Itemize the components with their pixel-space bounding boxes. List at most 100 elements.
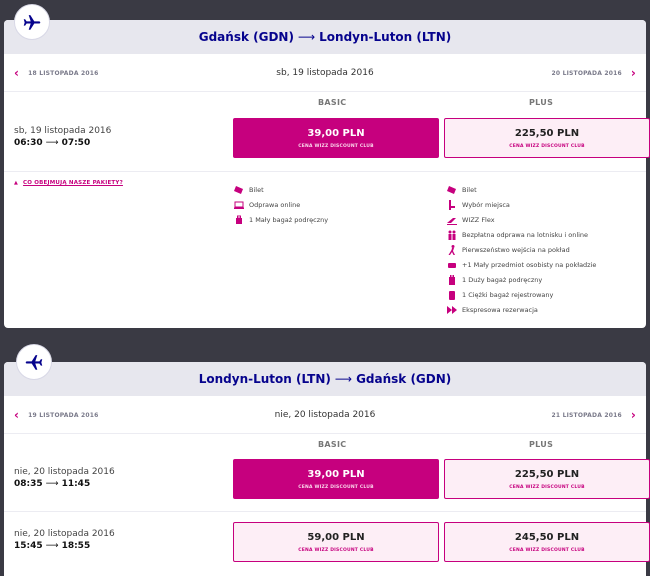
fare-price: 39,00 PLN — [307, 127, 365, 139]
next-day-button[interactable]: 21 LISTOPADA 2016 › — [552, 396, 636, 434]
fare-club-note: CENA WIZZ DISCOUNT CLUB — [298, 484, 374, 490]
large-cabin-bag-icon — [446, 274, 457, 285]
next-day-button[interactable]: 20 LISTOPADA 2016 › — [552, 54, 636, 92]
wizz-flex-icon — [446, 214, 457, 225]
flight-times: 15:45 ⟶ 18:55 — [14, 541, 90, 551]
prev-day-button[interactable]: ‹ 18 LISTOPADA 2016 — [14, 54, 98, 92]
packages-info-label: CO OBEJMUJĄ NASZE PAKIETY? — [23, 180, 123, 186]
header-strip — [0, 0, 650, 22]
basic-features-list: Bilet Odprawa online 1 Mały bagaż podręc… — [233, 182, 328, 227]
list-item: WIZZ Flex — [446, 212, 596, 227]
plus-fare-button[interactable]: 245,50 PLN CENA WIZZ DISCOUNT CLUB — [444, 522, 650, 562]
outbound-date-nav: ‹ 18 LISTOPADA 2016 sb, 19 listopada 201… — [4, 54, 646, 92]
fare-price: 59,00 PLN — [307, 531, 365, 543]
inbound-route-title: Londyn-Luton (LTN) ⟶ Gdańsk (GDN) — [4, 362, 646, 396]
fare-price: 225,50 PLN — [514, 468, 580, 480]
feature-label: Ekspresowa rezerwacja — [462, 305, 538, 314]
flight-times: 08:35 ⟶ 11:45 — [14, 479, 90, 489]
basic-fare-button[interactable]: 39,00 PLN CENA WIZZ DISCOUNT CLUB — [233, 118, 439, 158]
ticket-icon — [446, 184, 457, 195]
route-destination: Londyn-Luton (LTN) — [319, 30, 452, 44]
time-arrow: ⟶ — [45, 138, 59, 148]
plus-column-header: PLUS — [529, 440, 554, 449]
prev-day-label: 19 LISTOPADA 2016 — [28, 411, 99, 419]
fare-club-note: CENA WIZZ DISCOUNT CLUB — [509, 484, 585, 490]
flight-times: 06:30 ⟶ 07:50 — [14, 138, 90, 148]
depart-time: 08:35 — [14, 479, 43, 489]
fare-club-note: CENA WIZZ DISCOUNT CLUB — [298, 143, 374, 149]
plane-inbound-icon — [16, 344, 52, 380]
list-item: Ekspresowa rezerwacja — [446, 302, 596, 317]
fare-price: 39,00 PLN — [307, 468, 365, 480]
fare-club-note: CENA WIZZ DISCOUNT CLUB — [509, 143, 585, 149]
feature-label: 1 Duży bagaż podręczny — [462, 275, 543, 284]
arrive-time: 18:55 — [61, 541, 91, 551]
plus-fare-button[interactable]: 225,50 PLN CENA WIZZ DISCOUNT CLUB — [444, 459, 650, 499]
depart-time: 06:30 — [14, 138, 43, 148]
depart-time: 15:45 — [14, 541, 43, 551]
feature-label: 1 Ciężki bagaż rejestrowany — [462, 290, 554, 299]
checkin-people-icon — [446, 229, 457, 240]
plus-features-list: Bilet Wybór miejsca WIZZ Flex Bezpłatna … — [446, 182, 596, 317]
time-arrow: ⟶ — [45, 541, 59, 551]
feature-label: WIZZ Flex — [462, 215, 495, 224]
flight-date: nie, 20 listopada 2016 — [14, 467, 115, 477]
priority-boarding-icon — [446, 244, 457, 255]
current-date: sb, 19 listopada 2016 — [276, 67, 374, 78]
packages-info-link[interactable]: ▲ CO OBEJMUJĄ NASZE PAKIETY? — [14, 180, 123, 186]
inbound-panel: Londyn-Luton (LTN) ⟶ Gdańsk (GDN) ‹ 19 L… — [4, 362, 650, 576]
feature-label: Bilet — [462, 185, 477, 194]
route-destination: Gdańsk (GDN) — [356, 372, 452, 386]
time-arrow: ⟶ — [45, 479, 59, 489]
chevron-right-icon: › — [630, 408, 636, 422]
feature-label: Pierwszeństwo wejścia na pokład — [462, 245, 570, 254]
seat-icon — [446, 199, 457, 210]
personal-item-icon — [446, 259, 457, 270]
fare-club-note: CENA WIZZ DISCOUNT CLUB — [509, 547, 585, 553]
arrive-time: 07:50 — [61, 138, 91, 148]
plus-fare-button[interactable]: 225,50 PLN CENA WIZZ DISCOUNT CLUB — [444, 118, 650, 158]
flight-date: nie, 20 listopada 2016 — [14, 529, 115, 539]
prev-day-button[interactable]: ‹ 19 LISTOPADA 2016 — [14, 396, 98, 434]
fare-price: 245,50 PLN — [514, 531, 580, 543]
list-item: Pierwszeństwo wejścia na pokład — [446, 242, 596, 257]
chevron-left-icon: ‹ — [14, 408, 20, 422]
list-item: Bilet — [233, 182, 328, 197]
fare-price: 225,50 PLN — [514, 127, 580, 139]
current-date: nie, 20 listopada 2016 — [274, 409, 376, 420]
list-item: +1 Mały przedmiot osobisty na pokładzie — [446, 257, 596, 272]
basic-column-header: BASIC — [318, 440, 347, 449]
fare-club-note: CENA WIZZ DISCOUNT CLUB — [298, 547, 374, 553]
basic-column-header: BASIC — [318, 98, 347, 107]
arrive-time: 11:45 — [61, 479, 91, 489]
list-item: Bilet — [446, 182, 596, 197]
basic-fare-button[interactable]: 59,00 PLN CENA WIZZ DISCOUNT CLUB — [233, 522, 439, 562]
next-day-label: 20 LISTOPADA 2016 — [551, 69, 622, 77]
list-item: Bezpłatna odprawa na lotnisku i online — [446, 227, 596, 242]
express-booking-icon — [446, 304, 457, 315]
basic-fare-button[interactable]: 39,00 PLN CENA WIZZ DISCOUNT CLUB — [233, 459, 439, 499]
feature-label: 1 Mały bagaż podręczny — [249, 215, 329, 224]
route-origin: Gdańsk (GDN) — [198, 30, 294, 44]
checked-bag-icon — [446, 289, 457, 300]
feature-label: Bezpłatna odprawa na lotnisku i online — [462, 230, 589, 239]
flight-row: nie, 20 listopada 2016 15:45 ⟶ 18:55 59,00… — [4, 512, 650, 576]
feature-label: Bilet — [249, 185, 264, 194]
route-origin: Londyn-Luton (LTN) — [198, 372, 331, 386]
small-bag-icon — [233, 214, 244, 225]
next-day-label: 21 LISTOPADA 2016 — [551, 411, 622, 419]
list-item: 1 Duży bagaż podręczny — [446, 272, 596, 287]
online-checkin-icon — [233, 199, 244, 210]
chevron-left-icon: ‹ — [14, 66, 20, 80]
ticket-icon — [233, 184, 244, 195]
inbound-date-nav: ‹ 19 LISTOPADA 2016 nie, 20 listopada 20… — [4, 396, 646, 434]
route-arrow: ⟶ — [297, 30, 316, 44]
outbound-panel: Gdańsk (GDN) ⟶ Londyn-Luton (LTN) ‹ 18 L… — [4, 20, 650, 328]
prev-day-label: 18 LISTOPADA 2016 — [28, 69, 99, 77]
triangle-up-icon: ▲ — [14, 180, 19, 186]
plane-outbound-icon — [14, 4, 50, 40]
flight-row: nie, 20 listopada 2016 08:35 ⟶ 11:45 39,00… — [4, 452, 650, 512]
list-item: Odprawa online — [233, 197, 328, 212]
list-item: 1 Ciężki bagaż rejestrowany — [446, 287, 596, 302]
plus-column-header: PLUS — [529, 98, 554, 107]
